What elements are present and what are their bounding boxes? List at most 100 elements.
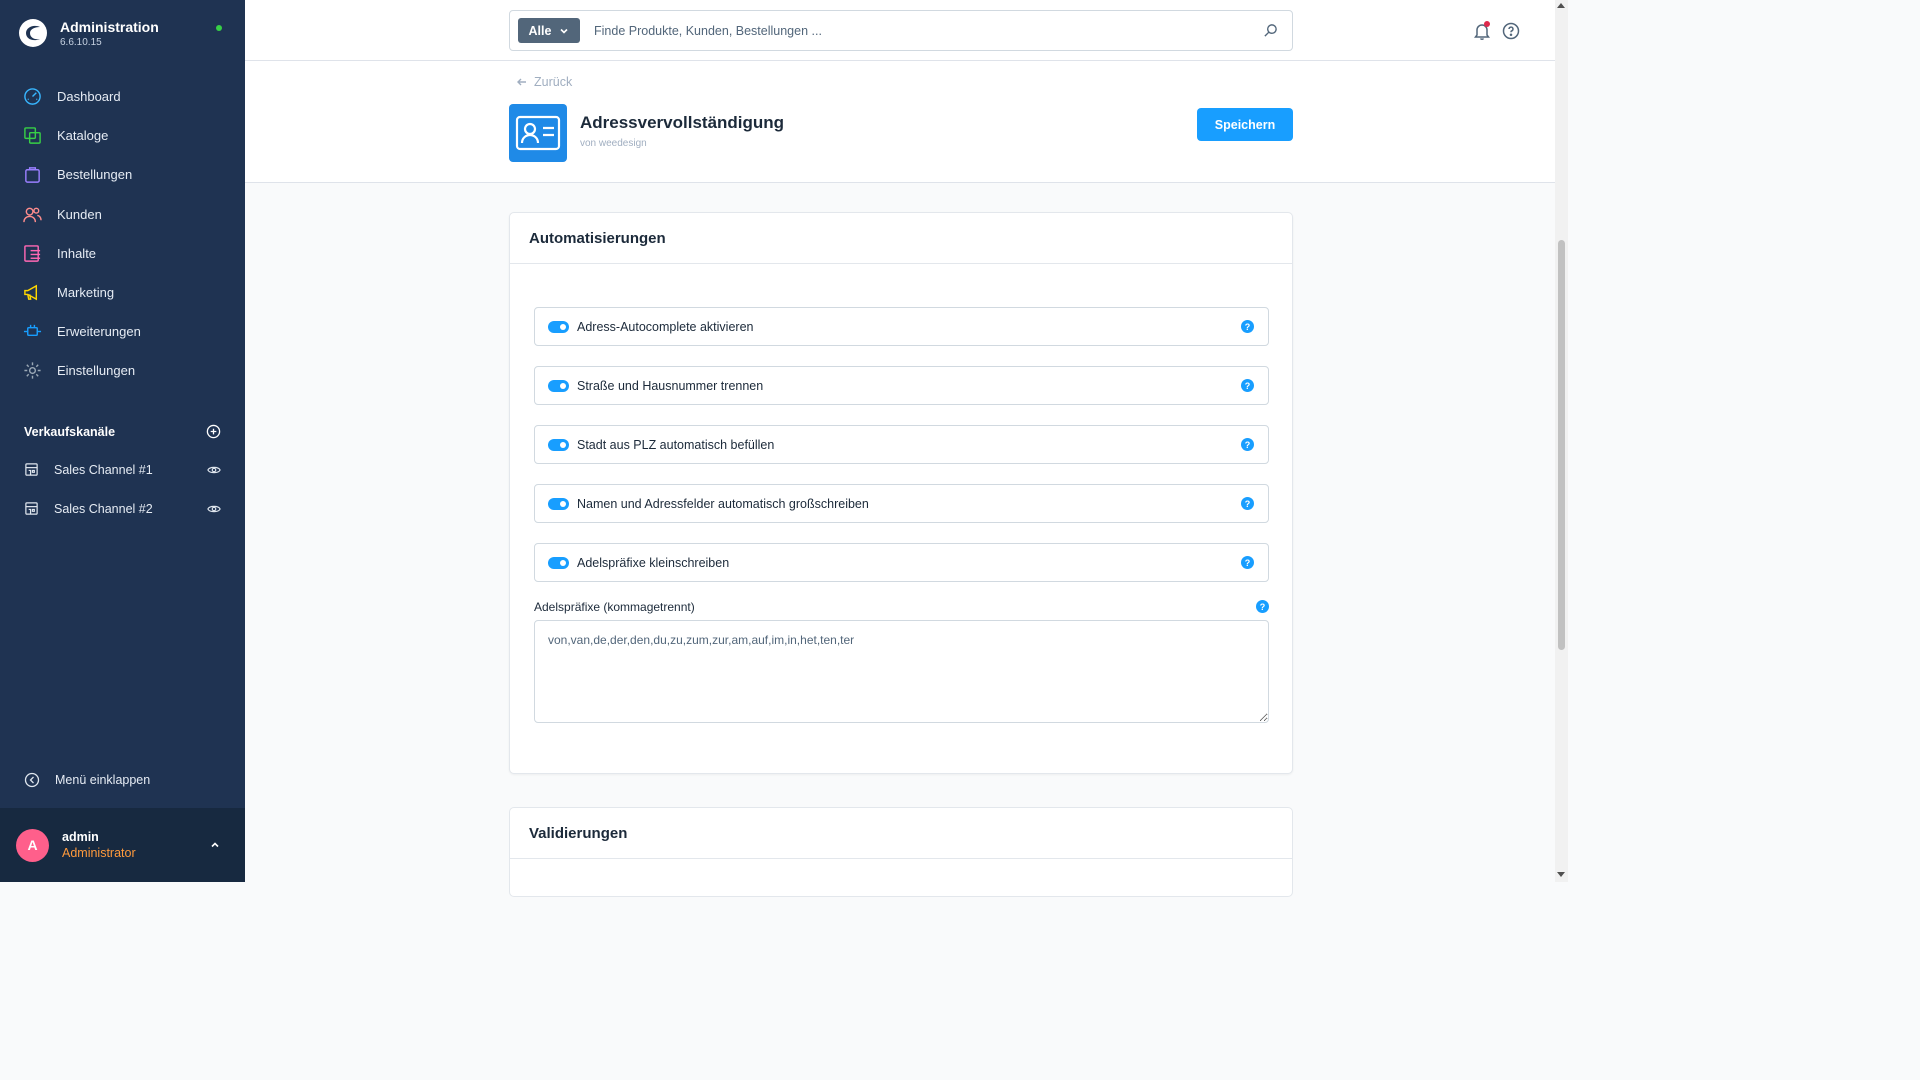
help-icon[interactable]: ?: [1256, 600, 1269, 613]
status-indicator: [216, 25, 222, 31]
help-icon[interactable]: ?: [1241, 556, 1254, 569]
switch-field-split-street: Straße und Hausnummer trennen ?: [534, 366, 1269, 405]
shopware-logo-icon: [19, 19, 47, 47]
validations-card: Validierungen: [509, 807, 1293, 897]
toggle-switch[interactable]: [548, 379, 569, 392]
nobility-prefixes-label: Adelspräfixe (kommagetrennt): [534, 600, 695, 614]
scroll-down-arrow[interactable]: [1557, 872, 1565, 877]
search-type-label: Alle: [528, 23, 552, 38]
save-button[interactable]: Speichern: [1197, 108, 1293, 141]
plug-icon: [23, 325, 42, 337]
sales-channels-title: Verkaufskanäle: [24, 424, 116, 439]
add-sales-channel-icon[interactable]: [206, 424, 221, 439]
nav-label: Erweiterungen: [57, 324, 141, 340]
user-role: Administrator: [62, 846, 136, 860]
nav-item-dashboard[interactable]: Dashboard: [0, 77, 245, 116]
gauge-icon: [24, 88, 41, 105]
page-scrollbar[interactable]: [1555, 0, 1568, 882]
users-icon: [23, 207, 42, 222]
switch-label: Namen und Adressfelder automatisch großs…: [577, 496, 869, 511]
collapse-menu-label: Menü einklappen: [55, 773, 151, 787]
nobility-prefixes-textarea[interactable]: [534, 620, 1269, 723]
nav-item-customers[interactable]: Kunden: [0, 195, 245, 234]
nav-label: Einstellungen: [57, 363, 136, 379]
app-version: 6.6.10.15: [60, 36, 102, 48]
sales-channel-list: Sales Channel #1 Sales Channel #2: [0, 450, 245, 528]
help-icon[interactable]: ?: [1241, 320, 1254, 333]
user-menu[interactable]: A admin Administrator: [0, 808, 245, 882]
collapse-menu-button[interactable]: Menü einklappen: [24, 772, 150, 788]
toggle-switch[interactable]: [548, 438, 569, 451]
storefront-icon: [25, 463, 38, 476]
user-name: admin: [62, 830, 99, 844]
search-icon[interactable]: [1263, 23, 1278, 38]
help-icon[interactable]: ?: [1241, 497, 1254, 510]
extension-icon: [509, 104, 567, 162]
switch-label: Adelspräfixe kleinschreiben: [577, 555, 730, 570]
avatar: A: [16, 828, 49, 862]
toggle-switch[interactable]: [548, 320, 569, 333]
content-list-icon: [24, 245, 41, 262]
nav-label: Kataloge: [57, 128, 109, 144]
gear-icon: [24, 362, 41, 379]
sales-channels-header: Verkaufskanäle: [24, 424, 221, 439]
extension-header: Zurück Adressvervollständigung von weede…: [245, 61, 1555, 183]
app-title: Administration: [60, 18, 159, 35]
switch-label: Stadt aus PLZ automatisch befüllen: [577, 437, 775, 452]
megaphone-icon: [24, 284, 38, 301]
sales-channel-label: Sales Channel #1: [54, 462, 153, 477]
toggle-switch[interactable]: [548, 497, 569, 510]
chevron-left-circle-icon: [24, 772, 40, 788]
help-icon[interactable]: ?: [1241, 379, 1254, 392]
card-title: Automatisierungen: [510, 213, 1292, 264]
nav-item-orders[interactable]: Bestellungen: [0, 155, 245, 194]
help-icon[interactable]: [1502, 22, 1520, 40]
chevron-down-icon: [560, 28, 569, 34]
nav-item-catalogues[interactable]: Kataloge: [0, 116, 245, 155]
sales-channel-item-1[interactable]: Sales Channel #1: [0, 450, 245, 489]
help-icon[interactable]: ?: [1241, 438, 1254, 451]
search-type-dropdown[interactable]: Alle: [518, 18, 580, 43]
back-label: Zurück: [534, 75, 573, 89]
card-title: Validierungen: [510, 808, 1292, 859]
scroll-up-arrow[interactable]: [1557, 3, 1565, 8]
nav-label: Marketing: [57, 285, 115, 301]
address-card-icon: [515, 115, 561, 151]
sidebar: Administration 6.6.10.15 Dashboard Katal…: [0, 0, 245, 882]
chevron-up-icon[interactable]: [209, 839, 221, 851]
search-input[interactable]: [594, 23, 1263, 38]
nav-label: Inhalte: [57, 245, 97, 261]
sales-channel-item-2[interactable]: Sales Channel #2: [0, 489, 245, 528]
switch-field-city-from-zip: Stadt aus PLZ automatisch befüllen ?: [534, 425, 1269, 464]
nav-label: Bestellungen: [57, 167, 133, 183]
extension-vendor: von weedesign: [580, 138, 647, 149]
nav-item-content[interactable]: Inhalte: [0, 234, 245, 273]
switch-label: Straße und Hausnummer trennen: [577, 378, 764, 393]
extension-title: Adressvervollständigung: [580, 113, 785, 132]
nav-item-settings[interactable]: Einstellungen: [0, 351, 245, 390]
global-search: Alle: [509, 10, 1293, 51]
notification-badge: [1484, 21, 1490, 27]
brand: Administration 6.6.10.15: [18, 18, 159, 48]
back-link[interactable]: Zurück: [516, 75, 572, 89]
toggle-switch[interactable]: [548, 556, 569, 569]
arrow-left-icon: [517, 78, 526, 86]
switch-field-nobility-lowercase: Adelspräfixe kleinschreiben ?: [534, 543, 1269, 582]
main-navigation: Dashboard Kataloge Bestellungen Kunden I…: [0, 77, 245, 391]
automations-card: Automatisierungen Adress-Autocomplete ak…: [509, 212, 1293, 774]
sales-channel-label: Sales Channel #2: [54, 501, 153, 516]
catalog-icon: [24, 127, 41, 145]
switch-field-autocomplete: Adress-Autocomplete aktivieren ?: [534, 307, 1269, 346]
top-bar: Alle: [245, 0, 1555, 61]
nav-item-marketing[interactable]: Marketing: [0, 273, 245, 312]
nav-item-extensions[interactable]: Erweiterungen: [0, 312, 245, 351]
nav-label: Dashboard: [57, 89, 121, 105]
nav-label: Kunden: [57, 206, 102, 222]
scrollbar-thumb[interactable]: [1558, 240, 1565, 650]
eye-icon[interactable]: [207, 502, 221, 516]
storefront-icon: [25, 502, 38, 516]
shopping-bag-icon: [25, 167, 40, 184]
switch-label: Adress-Autocomplete aktivieren: [577, 319, 754, 334]
switch-field-capitalize: Namen und Adressfelder automatisch großs…: [534, 484, 1269, 523]
eye-icon[interactable]: [207, 463, 221, 477]
